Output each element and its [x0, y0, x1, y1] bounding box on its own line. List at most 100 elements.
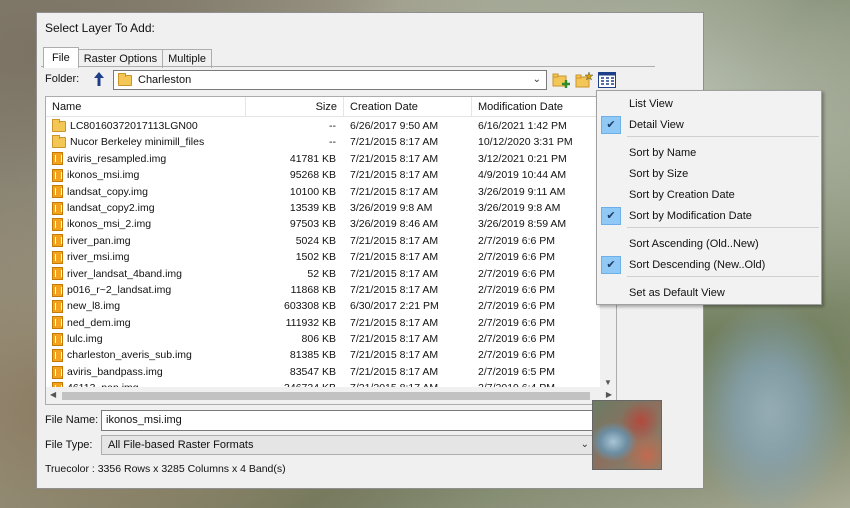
- file-list-header: Name Size Creation Date Modification Dat…: [46, 97, 602, 117]
- file-creation-date: 7/21/2015 8:17 AM: [350, 136, 439, 149]
- menu-item-sort-by-modification-date[interactable]: ✔ Sort by Modification Date: [597, 206, 821, 226]
- folder-select[interactable]: Charleston ⌄: [113, 70, 547, 90]
- image-file-icon: [52, 283, 63, 297]
- menu-item-list-view[interactable]: List View: [597, 94, 821, 114]
- image-file-icon: [52, 365, 63, 379]
- menu-item-sort-by-creation-date[interactable]: Sort by Creation Date: [597, 185, 821, 205]
- file-creation-date: 3/26/2019 8:46 AM: [350, 218, 439, 231]
- image-file-icon: [52, 234, 63, 248]
- file-row[interactable]: LC80160372017113LGN00 -- 6/26/2017 9:50 AM…: [46, 118, 602, 134]
- menu-item-sort-by-name[interactable]: Sort by Name: [597, 143, 821, 163]
- image-file-icon: [52, 168, 63, 182]
- file-row[interactable]: p016_r~2_landsat.img 11868 KB 7/21/2015 8:…: [46, 282, 602, 298]
- menu-separator: [627, 276, 819, 277]
- folder-icon: [118, 72, 132, 86]
- file-modification-date: 2/7/2019 6:6 PM: [478, 333, 556, 346]
- file-creation-date: 3/26/2019 9:8 AM: [350, 201, 433, 214]
- file-name: new_l8.img: [67, 300, 121, 313]
- file-name: ned_dem.img: [67, 316, 131, 329]
- file-list[interactable]: Name Size Creation Date Modification Dat…: [45, 96, 617, 405]
- view-context-menu: List View ✔ Detail View Sort by Name Sort by…: [596, 90, 822, 305]
- menu-item-label: Sort Descending (New..Old): [629, 259, 766, 271]
- file-size: --: [329, 136, 336, 149]
- image-file-icon: [52, 185, 63, 199]
- file-row[interactable]: landsat_copy.img 10100 KB 7/21/2015 8:17 A…: [46, 184, 602, 200]
- file-creation-date: 7/21/2015 8:17 AM: [350, 251, 439, 264]
- file-name: Nucor Berkeley minimill_files: [70, 136, 205, 149]
- file-name: landsat_copy2.img: [67, 201, 155, 214]
- file-row[interactable]: new_l8.img 603308 KB 6/30/2017 2:21 PM 2/7/…: [46, 298, 602, 314]
- menu-item-sort-descending-new-old[interactable]: ✔ Sort Descending (New..Old): [597, 255, 821, 275]
- image-file-icon: [52, 267, 63, 281]
- file-size: 603308 KB: [284, 300, 336, 313]
- file-modification-date: 2/7/2019 6:6 PM: [478, 267, 556, 280]
- menu-item-detail-view[interactable]: ✔ Detail View: [597, 115, 821, 135]
- file-row[interactable]: charleston_averis_sub.img 81385 KB 7/21/20…: [46, 347, 602, 363]
- file-type-label: File Type:: [45, 439, 93, 451]
- file-name: aviris_resampled.img: [67, 152, 167, 165]
- scroll-right-icon[interactable]: ▶: [606, 390, 612, 399]
- horizontal-scroll-thumb[interactable]: [62, 392, 590, 400]
- file-row[interactable]: aviris_resampled.img 41781 KB 7/21/2015 8:…: [46, 151, 602, 167]
- file-size: 11868 KB: [290, 283, 336, 296]
- file-row[interactable]: river_pan.img 5024 KB 7/21/2015 8:17 AM 2/7…: [46, 233, 602, 249]
- menu-separator: [627, 227, 819, 228]
- chevron-down-icon: ⌄: [580, 439, 589, 450]
- menu-item-sort-by-size[interactable]: Sort by Size: [597, 164, 821, 184]
- file-size: 111932 KB: [285, 316, 336, 329]
- checkmark-icon: ✔: [601, 207, 621, 225]
- file-size: 5024 KB: [295, 234, 336, 247]
- file-modification-date: 2/7/2019 6:6 PM: [478, 283, 556, 296]
- file-row[interactable]: ikonos_msi.img 95268 KB 7/21/2015 8:17 AM 4…: [46, 167, 602, 183]
- file-creation-date: 6/26/2017 9:50 AM: [350, 120, 439, 132]
- file-size: 52 KB: [307, 267, 336, 280]
- view-options-icon[interactable]: [597, 70, 617, 90]
- file-row[interactable]: Nucor Berkeley minimill_files -- 7/21/2015…: [46, 134, 602, 150]
- column-header-creation-date[interactable]: Creation Date: [344, 97, 472, 117]
- menu-item-label: Set as Default View: [629, 287, 725, 299]
- file-modification-date: 2/7/2019 6:5 PM: [478, 365, 556, 378]
- image-file-icon: [52, 349, 63, 363]
- file-size: 97503 KB: [289, 218, 336, 231]
- new-folder-icon[interactable]: [574, 70, 594, 90]
- column-header-name[interactable]: Name: [46, 97, 246, 117]
- file-modification-date: 2/7/2019 6:6 PM: [478, 251, 556, 264]
- file-creation-date: 7/21/2015 8:17 AM: [350, 185, 439, 198]
- column-header-modification-date[interactable]: Modification Date: [472, 97, 602, 117]
- scroll-left-icon[interactable]: ◀: [50, 390, 56, 399]
- file-rows: LC80160372017113LGN00 -- 6/26/2017 9:50 AM…: [46, 118, 602, 397]
- scroll-down-icon[interactable]: ▼: [604, 378, 612, 387]
- file-name: LC80160372017113LGN00: [70, 120, 198, 132]
- image-file-icon: [52, 332, 63, 346]
- column-header-size[interactable]: Size: [246, 97, 344, 117]
- file-row[interactable]: river_msi.img 1502 KB 7/21/2015 8:17 AM 2/7…: [46, 249, 602, 265]
- file-modification-date: 3/12/2021 0:21 PM: [478, 152, 567, 165]
- image-file-icon: [52, 218, 63, 232]
- file-row[interactable]: ned_dem.img 111932 KB 7/21/2015 8:17 AM 2/7…: [46, 315, 602, 331]
- file-name: aviris_bandpass.img: [67, 365, 163, 378]
- menu-item-set-as-default-view[interactable]: Set as Default View: [597, 283, 821, 303]
- menu-item-label: Detail View: [629, 119, 684, 131]
- add-folder-icon[interactable]: [551, 70, 571, 90]
- tab-file[interactable]: File: [43, 47, 79, 68]
- file-type-select[interactable]: All File-based Raster Formats ⌄: [101, 435, 595, 455]
- file-creation-date: 7/21/2015 8:17 AM: [350, 316, 439, 329]
- file-name: river_msi.img: [67, 251, 130, 264]
- file-name-label: File Name:: [45, 414, 99, 426]
- file-modification-date: 6/16/2021 1:42 PM: [478, 120, 567, 132]
- file-row[interactable]: aviris_bandpass.img 83547 KB 7/21/2015 8:1…: [46, 364, 602, 380]
- file-modification-date: 3/26/2019 9:11 AM: [478, 185, 566, 198]
- file-name-input[interactable]: ikonos_msi.img: [101, 410, 617, 431]
- file-size: 1502 KB: [295, 251, 336, 264]
- folder-icon: [52, 135, 66, 149]
- file-row[interactable]: river_landsat_4band.img 52 KB 7/21/2015 8:…: [46, 266, 602, 282]
- file-modification-date: 2/7/2019 6:6 PM: [478, 300, 556, 313]
- image-file-icon: [52, 201, 63, 215]
- file-row[interactable]: lulc.img 806 KB 7/21/2015 8:17 AM 2/7/2019 …: [46, 331, 602, 347]
- up-folder-icon[interactable]: [93, 71, 105, 87]
- file-modification-date: 2/7/2019 6:6 PM: [478, 316, 556, 329]
- menu-item-sort-ascending-old-new[interactable]: Sort Ascending (Old..New): [597, 234, 821, 254]
- file-row[interactable]: ikonos_msi_2.img 97503 KB 3/26/2019 8:46 A…: [46, 216, 602, 232]
- file-row[interactable]: landsat_copy2.img 13539 KB 3/26/2019 9:8 A…: [46, 200, 602, 216]
- horizontal-scrollbar[interactable]: ◀ ▶: [46, 387, 616, 404]
